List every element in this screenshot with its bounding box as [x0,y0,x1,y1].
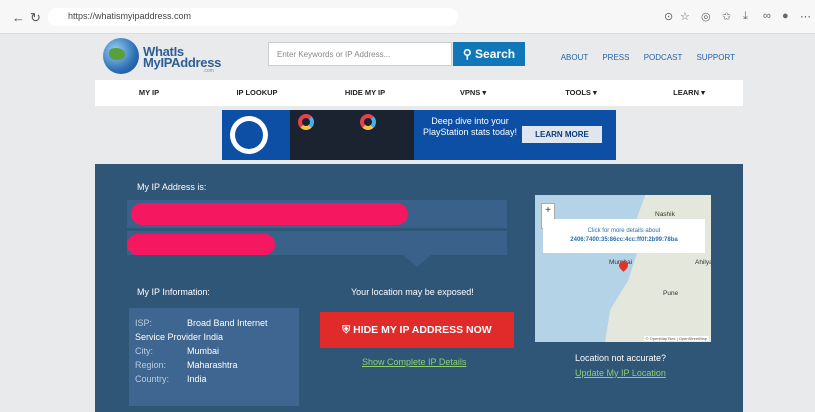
pointer-notch [403,255,431,267]
isp-value-2: Service Provider India [135,332,224,342]
search-button[interactable]: ⚲ Search [453,42,525,66]
globe-logo-icon[interactable] [103,38,139,74]
menu-learn[interactable]: LEARN ▾ [635,80,743,106]
donut-chart-icon [298,114,314,130]
link-about[interactable]: ABOUT [561,53,588,62]
menu-hide-my-ip[interactable]: HIDE MY IP [311,80,419,106]
hide-button-label: HIDE MY IP ADDRESS NOW [353,324,492,336]
isp-value: Broad Band Internet [187,318,268,328]
learn-more-button[interactable]: LEARN MORE [522,126,602,143]
top-links: ABOUT PRESS PODCAST SUPPORT [549,53,735,62]
donut-chart-icon [360,114,376,130]
map-popup[interactable]: Click for more details about 2406:7400:3… [543,219,705,253]
extensions-icon[interactable]: ◎ [701,10,711,23]
ad-banner[interactable]: Deep dive into your PlayStation stats to… [222,110,616,160]
shield-icon: ⛨ [342,324,354,336]
region-key: Region: [135,360,167,370]
location-map[interactable]: +− Nashik Click for more details about 2… [535,195,711,342]
city-value: Mumbai [187,346,220,356]
ip-info-box: ISP: Broad Band Internet Service Provider… [129,308,299,406]
favorite-icon[interactable]: ☆ [680,10,690,23]
page: WhatIs MyIPAddress .com Enter Keywords o… [0,34,815,412]
more-icon[interactable]: ⋯ [800,10,811,23]
ad-screenshot [290,110,414,160]
zoom-in-icon[interactable]: + [542,204,554,217]
profile-icon[interactable]: ● [782,10,789,22]
hide-my-ip-button[interactable]: ⛨ HIDE MY IP ADDRESS NOW [320,312,514,348]
search-icon: ⚲ [462,47,476,61]
ip-label: My IP Address is: [137,182,207,192]
isp-key: ISP: [135,318,153,328]
favorites-bar-icon[interactable]: ✩ [722,10,731,23]
menu-tools[interactable]: TOOLS ▾ [527,80,635,106]
reader-icon[interactable]: ⊙ [664,10,673,23]
search-button-label: Search [475,47,516,61]
link-support[interactable]: SUPPORT [696,53,735,62]
refresh-icon[interactable]: ↻ [30,10,41,26]
map-label-nashik: Nashik [655,211,675,218]
share-icon[interactable]: ∞ [763,10,771,22]
link-press[interactable]: PRESS [602,53,629,62]
address-bar[interactable]: https://whatismyipaddress.com [48,8,458,26]
ip-panel: My IP Address is: My IP Information: You… [95,164,743,412]
download-icon[interactable]: ⤓ [743,10,748,23]
logo-suffix: .com [203,68,214,74]
country-key: Country: [135,374,170,384]
map-attribution[interactable]: © OpenMapTiles | OpenStreetMap [643,336,709,341]
menu-my-ip[interactable]: MY IP [95,80,203,106]
link-podcast[interactable]: PODCAST [644,53,683,62]
redacted-ipv6 [127,234,275,255]
info-label: My IP Information: [137,287,210,297]
ad-text: Deep dive into your PlayStation stats to… [422,116,518,137]
playstation-logo-icon [230,116,268,154]
menu-vpns[interactable]: VPNS ▾ [419,80,527,106]
country-value: India [187,374,207,384]
map-label-pune: Pune [663,290,679,297]
search-input[interactable]: Enter Keywords or IP Address... [268,42,452,66]
map-label-ahilyanagar: Ahilyanagar [695,259,711,266]
browser-toolbar: ← ↻ https://whatismyipaddress.com ⊙ ☆ ◎ … [0,0,815,34]
region-value: Maharashtra [187,360,238,370]
show-details-link[interactable]: Show Complete IP Details [362,357,466,367]
redacted-ipv4 [131,203,408,225]
back-icon[interactable]: ← [12,10,25,25]
city-key: City: [135,346,153,356]
site-header: WhatIs MyIPAddress .com Enter Keywords o… [95,34,743,80]
popup-ip[interactable]: 2406:7400:35:86cc:4cc:ff0f:2b99:78ba [543,236,705,245]
exposed-text: Your location may be exposed! [351,287,474,297]
not-accurate-text: Location not accurate? [575,353,667,363]
menu-ip-lookup[interactable]: IP LOOKUP [203,80,311,106]
update-location-link[interactable]: Update My IP Location [575,368,666,378]
popup-line-1: Click for more details about [587,228,661,234]
main-menu: MY IP IP LOOKUP HIDE MY IP VPNS ▾ TOOLS … [95,80,743,106]
